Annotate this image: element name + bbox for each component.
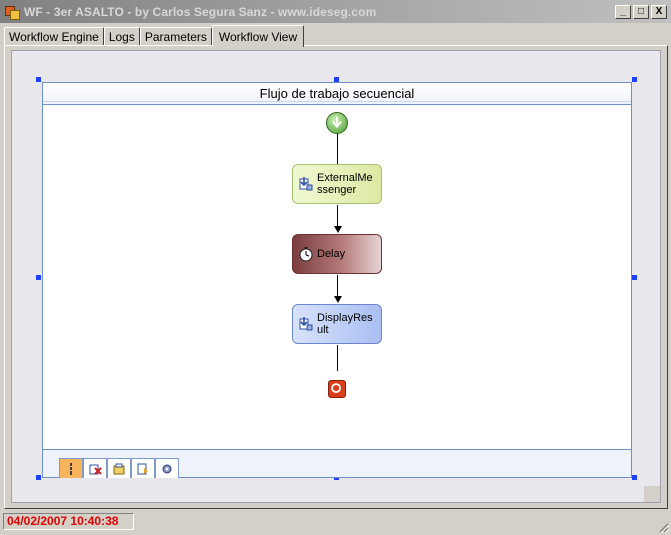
activity-label-line: ExternalMe (317, 172, 373, 184)
connector-line (337, 345, 338, 371)
fault-handlers-icon (113, 463, 125, 474)
workflow-start-icon (326, 112, 348, 134)
view-tab-compensation[interactable] (155, 458, 179, 478)
close-button[interactable]: X (651, 4, 667, 19)
tab-strip: Workflow Engine Logs Parameters Workflow… (4, 25, 305, 47)
tab-logs[interactable]: Logs (103, 27, 140, 46)
selection-handle[interactable] (36, 77, 41, 82)
workflow-title: Flujo de trabajo secuencial (43, 83, 631, 105)
tab-workflow-view[interactable]: Workflow View (211, 25, 305, 47)
tab-page-workflow-view: Flujo de trabajo secuencial ExternalMe s… (4, 45, 668, 509)
connector-arrow (334, 296, 342, 303)
activity-label-line: ult (317, 324, 329, 336)
activity-delay[interactable]: Delay (292, 234, 382, 274)
compensation-icon (162, 464, 172, 473)
activity-label: ExternalMe ssenger (317, 172, 373, 196)
selection-handle[interactable] (36, 275, 41, 280)
view-tab-cancel-handler[interactable] (83, 458, 107, 478)
selection-handle[interactable] (632, 475, 637, 480)
activity-label: DisplayRes ult (317, 312, 373, 336)
event-handlers-icon (137, 463, 148, 474)
status-bar: 04/02/2007 10:40:38 (0, 509, 671, 535)
view-tab-workflow[interactable] (59, 458, 83, 478)
view-tab-fault-handlers[interactable] (107, 458, 131, 478)
view-tabs (59, 458, 179, 478)
cancel-handler-icon (89, 464, 102, 475)
connector-line (337, 134, 338, 164)
window-title: WF - 3er ASALTO - by Carlos Segura Sanz … (24, 4, 377, 19)
workflow-view-icon (70, 462, 72, 475)
scrollbar-corner (644, 486, 660, 502)
external-event-icon (299, 177, 313, 191)
resize-grip-icon[interactable] (657, 521, 669, 533)
sequential-workflow[interactable]: Flujo de trabajo secuencial ExternalMe s… (42, 82, 632, 478)
minimize-button[interactable]: _ (615, 4, 631, 19)
activity-external-messenger[interactable]: ExternalMe ssenger (292, 164, 382, 204)
activity-label-line: DisplayRes (317, 312, 373, 324)
status-datetime: 04/02/2007 10:40:38 (3, 513, 134, 530)
connector-line (337, 205, 338, 226)
workflow-footer (43, 449, 631, 478)
code-activity-icon (299, 317, 313, 331)
selection-handle[interactable] (632, 77, 637, 82)
activity-label: Delay (317, 248, 346, 260)
title-bar[interactable]: WF - 3er ASALTO - by Carlos Segura Sanz … (0, 0, 671, 23)
connector-arrow (334, 226, 342, 233)
app-icon[interactable] (4, 4, 20, 20)
activity-display-result[interactable]: DisplayRes ult (292, 304, 382, 344)
tab-parameters[interactable]: Parameters (139, 27, 212, 46)
workflow-end-icon (328, 380, 346, 398)
selection-handle[interactable] (632, 275, 637, 280)
workflow-designer-surface[interactable]: Flujo de trabajo secuencial ExternalMe s… (11, 50, 661, 503)
activity-label-line: ssenger (317, 184, 357, 196)
window-controls: _ □ X (613, 4, 667, 19)
stopwatch-icon (299, 247, 313, 262)
selection-handle[interactable] (36, 475, 41, 480)
connector-line (337, 275, 338, 296)
view-tab-event-handlers[interactable] (131, 458, 155, 478)
maximize-button[interactable]: □ (633, 4, 649, 19)
tab-workflow-engine[interactable]: Workflow Engine (4, 27, 104, 46)
